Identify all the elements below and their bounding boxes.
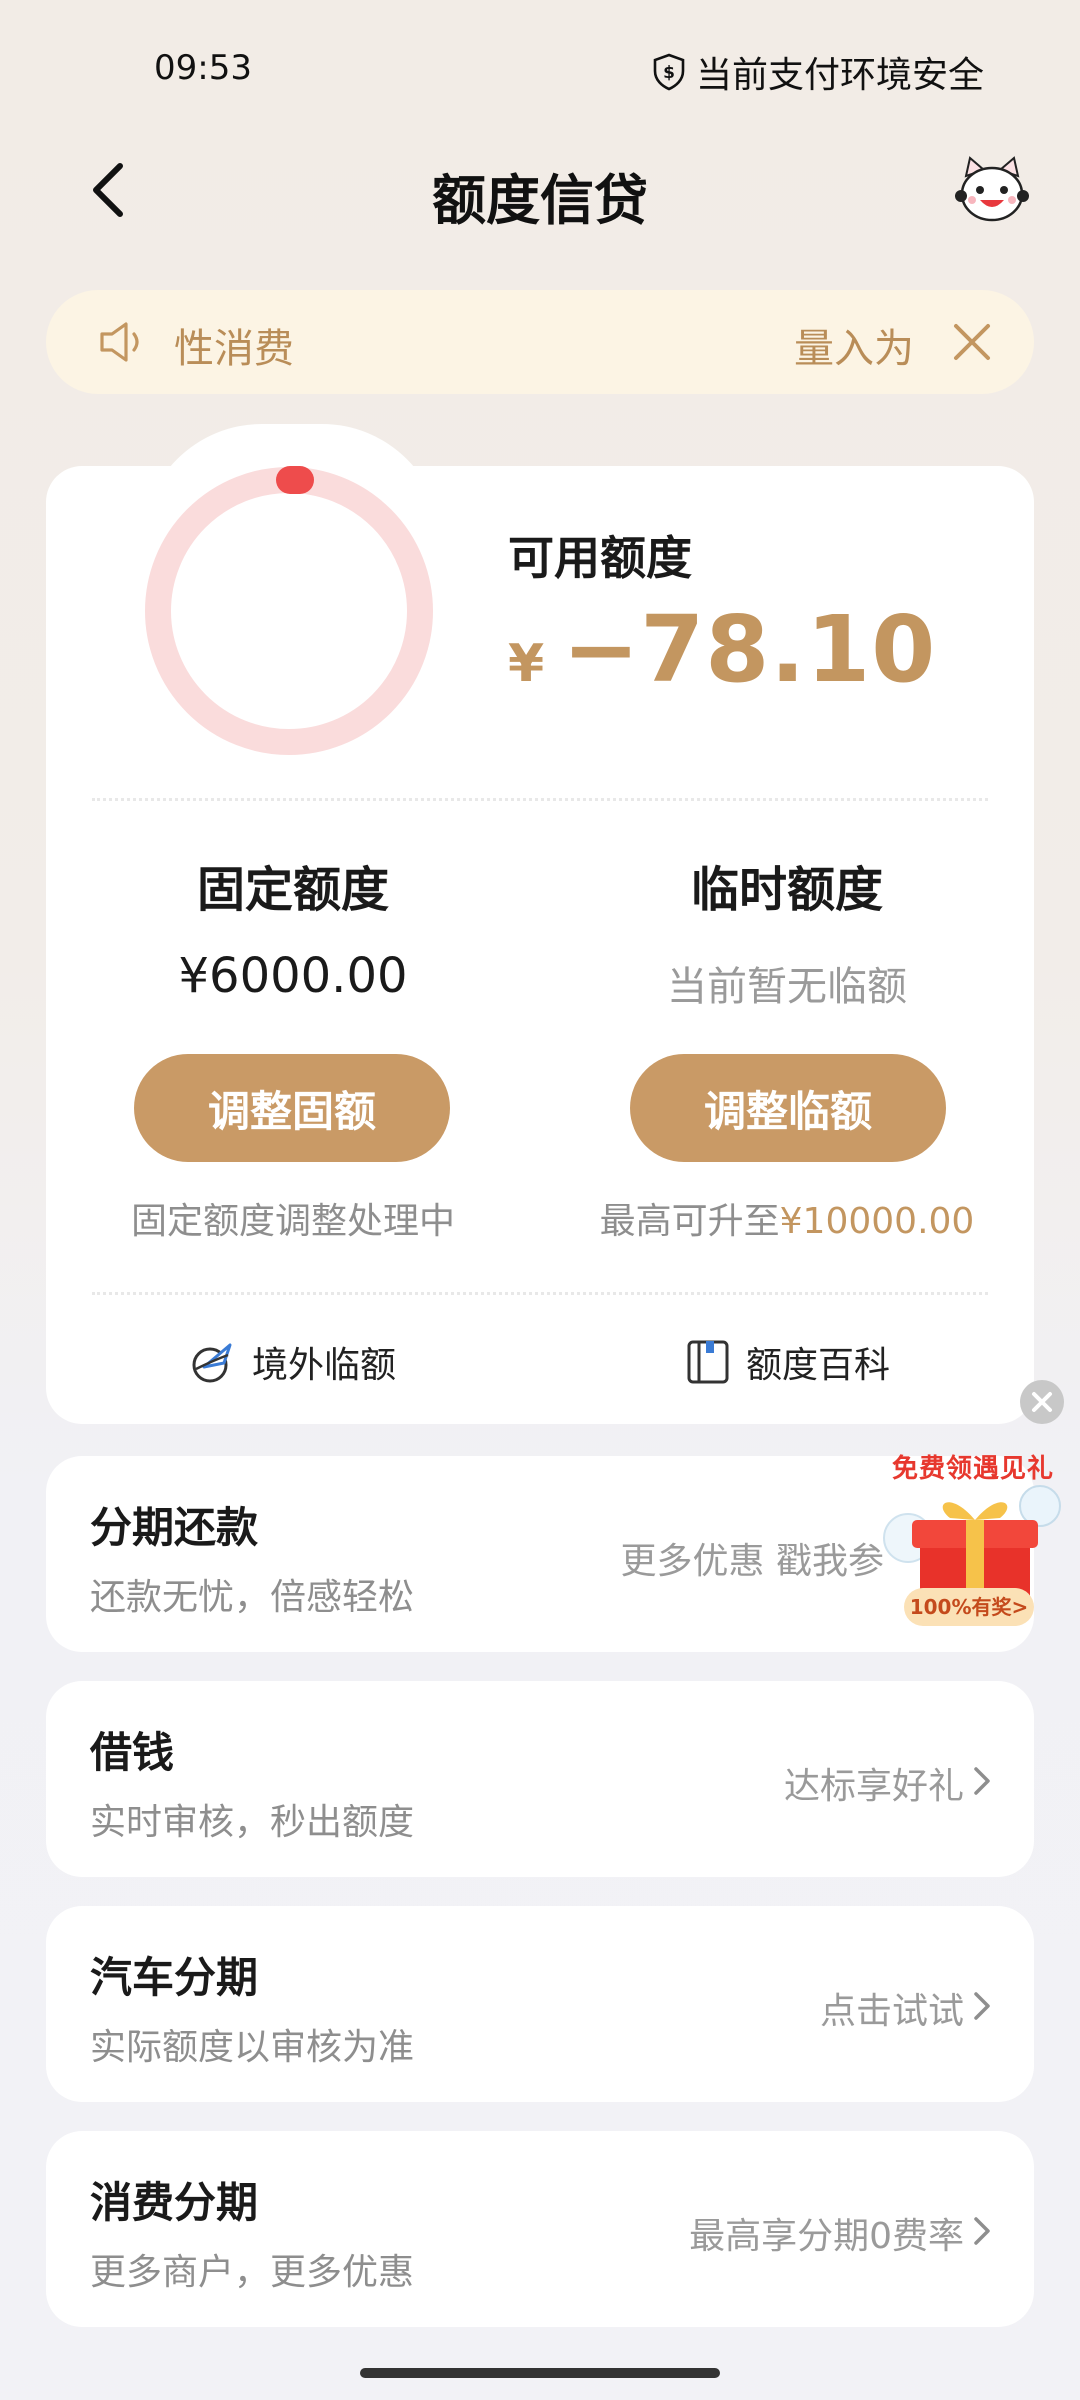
status-time: 09:53	[154, 48, 252, 88]
svg-text:$: $	[663, 63, 675, 83]
shield-dollar-icon: $	[653, 53, 685, 91]
service-title: 借钱	[90, 1728, 175, 1777]
mascot-icon	[955, 156, 1029, 222]
credit-usage-ring	[145, 466, 433, 755]
notice-close-button[interactable]	[946, 316, 998, 368]
fixed-credit-note: 固定额度调整处理中	[130, 1201, 455, 1242]
service-title: 分期还款	[90, 1503, 259, 1552]
temporary-credit-note: 最高可升至¥10000.00	[540, 1192, 1034, 1244]
available-credit-label: 可用额度	[508, 531, 692, 585]
customer-service-mascot[interactable]	[952, 150, 1032, 230]
home-indicator[interactable]	[360, 2368, 720, 2378]
credit-encyclopedia-link[interactable]: 额度百科	[686, 1336, 890, 1388]
overseas-temp-credit-link[interactable]: 境外临额	[190, 1336, 396, 1388]
service-item-consumer-installment[interactable]: 消费分期 更多商户，更多优惠 最高享分期0费率	[46, 2131, 1034, 2327]
chevron-right-icon	[974, 2217, 990, 2245]
available-credit-amount: ¥ −78.10	[508, 596, 936, 703]
service-promo-text: 达标享好礼	[783, 1766, 964, 1807]
plane-globe-icon	[192, 1343, 232, 1383]
book-icon	[687, 1340, 729, 1384]
fixed-credit-title: 固定额度	[196, 862, 389, 918]
chevron-right-icon	[974, 1992, 990, 2020]
service-promo-text: 更多优惠 戳我参	[620, 1541, 884, 1582]
divider	[92, 798, 988, 801]
temporary-note-max: ¥10000.00	[779, 1201, 975, 1242]
currency-symbol: ¥	[508, 634, 545, 694]
service-subtitle: 实时审核，秒出额度	[90, 1802, 415, 1843]
gift-tag[interactable]: 100%有奖>	[904, 1588, 1034, 1626]
payment-security-status: $ 当前支付环境安全	[652, 46, 984, 98]
divider	[92, 1292, 988, 1295]
security-text: 当前支付环境安全	[695, 55, 984, 96]
service-subtitle: 实际额度以审核为准	[90, 2027, 415, 2068]
available-credit-value: −78.10	[562, 596, 937, 703]
close-icon	[1032, 1392, 1052, 1412]
chevron-right-icon	[974, 1767, 990, 1795]
service-item-borrow[interactable]: 借钱 实时审核，秒出额度 达标享好礼	[46, 1681, 1034, 1877]
page-title: 额度信贷	[432, 169, 648, 232]
fixed-credit-value: ¥6000.00	[178, 948, 408, 1004]
close-icon	[954, 324, 990, 360]
service-subtitle: 更多商户，更多优惠	[90, 2252, 415, 2293]
notice-bar[interactable]: 性消费 量入为	[46, 290, 1034, 394]
service-item-car-installment[interactable]: 汽车分期 实际额度以审核为准 点击试试	[46, 1906, 1034, 2102]
temporary-credit-value: 当前暂无临额	[667, 964, 907, 1010]
service-subtitle: 还款无忧，倍感轻松	[90, 1577, 415, 1618]
overseas-temp-credit-label: 境外临额	[252, 1345, 397, 1386]
credit-card-panel: 可用额度 ¥ −78.10 固定额度 ¥6000.00 调整固额 固定额度调整处…	[46, 466, 1034, 1424]
temporary-credit-title: 临时额度	[690, 862, 883, 918]
service-title: 汽车分期	[90, 1953, 259, 2002]
gift-close-button[interactable]	[1020, 1380, 1064, 1424]
service-promo-text: 点击试试	[819, 1991, 964, 2032]
service-title: 消费分期	[90, 2178, 259, 2227]
adjust-fixed-credit-button[interactable]: 调整固额	[134, 1054, 450, 1162]
credit-encyclopedia-label: 额度百科	[746, 1345, 891, 1386]
notice-text: 性消费	[174, 326, 294, 372]
service-promo-text: 最高享分期0费率	[689, 2216, 964, 2257]
notice-text-right: 量入为	[794, 326, 914, 372]
temporary-note-prefix: 最高可升至	[599, 1201, 780, 1242]
ring-indicator-dot	[276, 466, 314, 494]
adjust-temporary-credit-button[interactable]: 调整临额	[630, 1054, 946, 1162]
speaker-icon	[100, 322, 139, 362]
